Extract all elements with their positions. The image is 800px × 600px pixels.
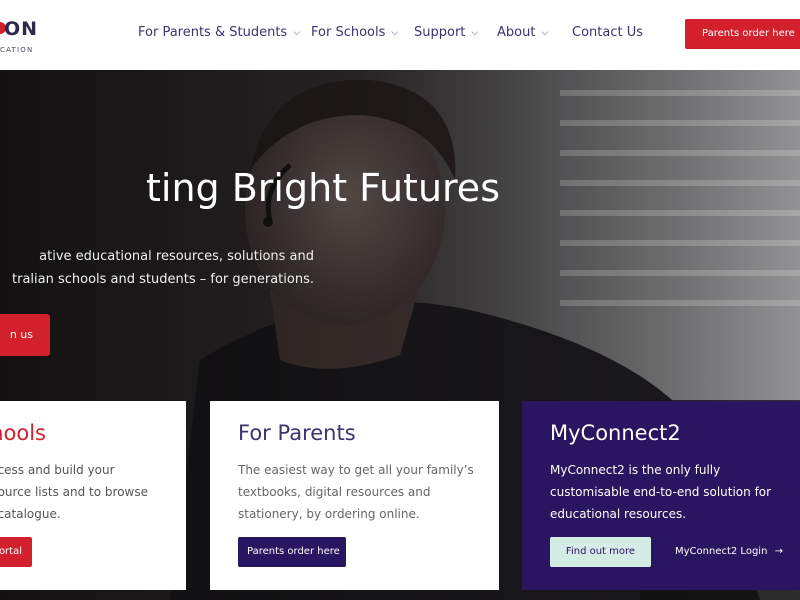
myconnect2-login-link[interactable]: MyConnect2 Login → bbox=[675, 537, 783, 567]
nav-label: Support bbox=[414, 25, 466, 40]
chevron-down-icon: ⌵ bbox=[541, 28, 549, 38]
hero-description-line: ative educational resources, solutions a… bbox=[39, 249, 314, 264]
nav-label: Contact Us bbox=[572, 25, 643, 40]
card-line: ource lists and to browse bbox=[0, 485, 148, 499]
nav-support[interactable]: Support ⌵ bbox=[414, 25, 478, 45]
card-line: MyConnect2 is the only fully bbox=[550, 463, 721, 477]
parents-order-button[interactable]: Parents order here bbox=[685, 19, 800, 49]
find-out-more-button[interactable]: Find out more bbox=[550, 537, 651, 567]
arrow-right-icon: → bbox=[774, 546, 783, 557]
chevron-down-icon: ⌵ bbox=[471, 28, 479, 38]
card-description: cess and build your ource lists and to b… bbox=[0, 459, 148, 525]
card-line: The easiest way to get all your family’s bbox=[238, 463, 474, 477]
logo-subtitle: CATION bbox=[0, 46, 34, 54]
hero-description: ative educational resources, solutions a… bbox=[12, 245, 314, 291]
site-header: ON CATION For Parents & Students ⌵ For Sc… bbox=[0, 0, 800, 70]
login-label: MyConnect2 Login bbox=[675, 546, 768, 557]
logo-wordmark: ON bbox=[4, 18, 39, 40]
parents-order-card-button[interactable]: Parents order here bbox=[238, 537, 346, 567]
nav-about[interactable]: About ⌵ bbox=[497, 25, 548, 45]
card-line: customisable end-to-end solution for bbox=[550, 485, 772, 499]
nav-parents-students[interactable]: For Parents & Students ⌵ bbox=[138, 25, 300, 45]
card-for-parents: For Parents The easiest way to get all y… bbox=[210, 401, 499, 590]
hero-cta-button[interactable]: n us bbox=[0, 314, 50, 356]
card-title: hools bbox=[0, 421, 46, 445]
card-line: educational resources. bbox=[550, 507, 687, 521]
nav-schools[interactable]: For Schools ⌵ bbox=[311, 25, 398, 45]
card-description: MyConnect2 is the only fully customisabl… bbox=[550, 459, 771, 525]
card-line: catalogue. bbox=[0, 507, 61, 521]
card-myconnect2: MyConnect2 MyConnect2 is the only fully … bbox=[522, 401, 800, 590]
schools-portal-button[interactable]: portal bbox=[0, 537, 32, 567]
hero-description-line: tralian schools and students – for gener… bbox=[12, 272, 314, 287]
card-line: cess and build your bbox=[0, 463, 115, 477]
card-line: textbooks, digital resources and bbox=[238, 485, 431, 499]
nav-label: For Parents & Students bbox=[138, 25, 288, 40]
card-title: MyConnect2 bbox=[550, 421, 681, 445]
card-for-schools: hools cess and build your ource lists an… bbox=[0, 401, 186, 590]
chevron-down-icon: ⌵ bbox=[293, 28, 301, 38]
nav-label: For Schools bbox=[311, 25, 386, 40]
company-logo[interactable]: ON CATION bbox=[0, 14, 60, 58]
chevron-down-icon: ⌵ bbox=[391, 28, 399, 38]
nav-contact-us[interactable]: Contact Us bbox=[572, 25, 643, 45]
card-title: For Parents bbox=[238, 421, 356, 445]
card-line: stationery, by ordering online. bbox=[238, 507, 420, 521]
nav-label: About bbox=[497, 25, 536, 40]
card-description: The easiest way to get all your family’s… bbox=[238, 459, 474, 525]
hero-title: ting Bright Futures bbox=[146, 166, 500, 210]
